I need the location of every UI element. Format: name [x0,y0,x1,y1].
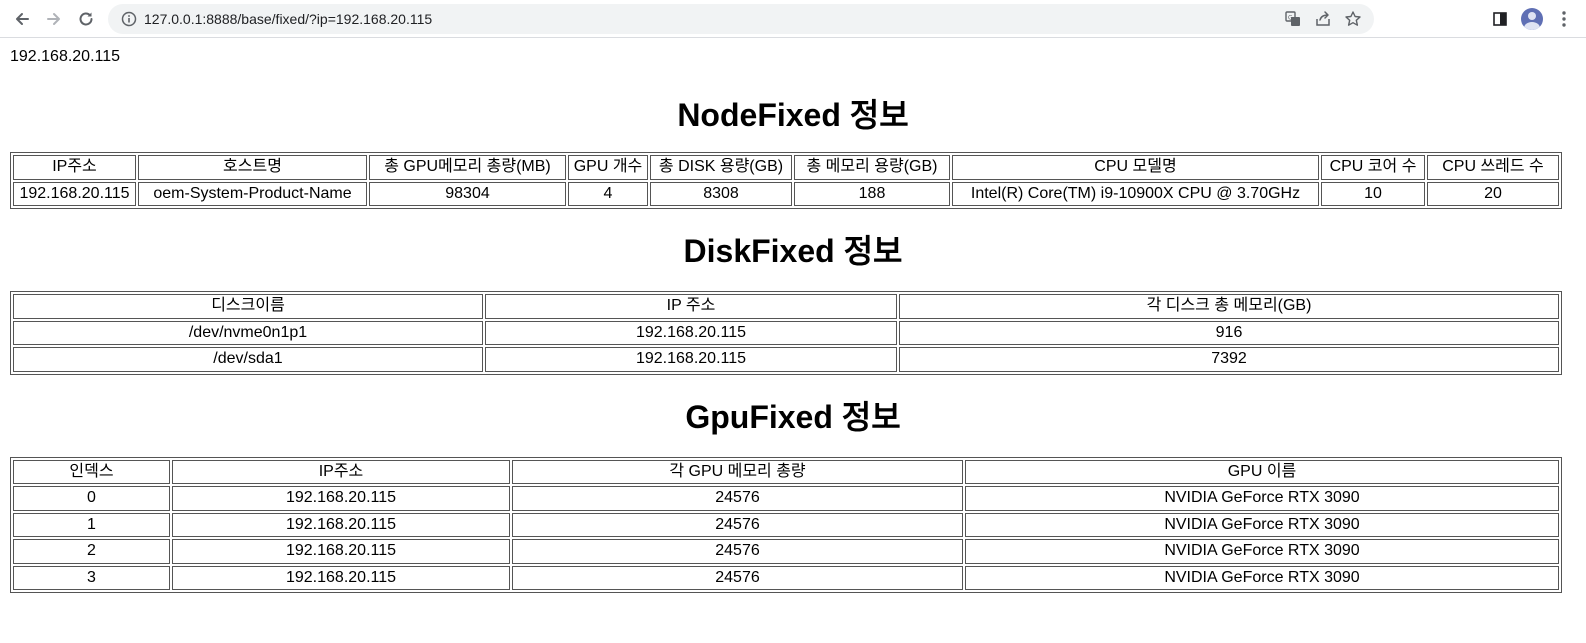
address-url[interactable]: 127.0.0.1:8888/base/fixed/?ip=192.168.20… [144,11,432,27]
disk-fixed-title: DiskFixed 정보 [683,233,903,269]
table-cell: oem-System-Product-Name [138,181,367,206]
page-content: 192.168.20.115 NodeFixed 정보 IP주소 호스트명 총 … [0,47,1586,593]
table-cell: 1 [13,512,170,537]
header-cell: GPU 개수 [568,155,648,180]
table-cell: 192.168.20.115 [485,320,897,345]
table-row: /dev/sda1 192.168.20.115 7392 [13,347,1559,372]
table-cell: 24576 [512,565,963,590]
table-cell: NVIDIA GeForce RTX 3090 [965,539,1559,564]
svg-text:G: G [1288,15,1293,22]
table-header-row: 디스크이름 IP 주소 각 디스크 총 메모리(GB) [13,294,1559,319]
gpu-fixed-table: 인덱스 IP주소 각 GPU 메모리 총량 GPU 이름 0 192.168.2… [10,456,1562,593]
reload-icon [79,12,93,25]
header-cell: IP주소 [172,459,510,484]
table-row: /dev/nvme0n1p1 192.168.20.115 916 [13,320,1559,345]
table-cell: 24576 [512,512,963,537]
table-cell: 3 [13,565,170,590]
table-cell: 192.168.20.115 [172,539,510,564]
table-cell: 7392 [899,347,1559,372]
table-cell: 188 [794,181,950,206]
header-cell: IP주소 [13,155,136,180]
header-cell: GPU 이름 [965,459,1559,484]
site-info-icon[interactable] [114,11,144,27]
back-button[interactable] [8,5,36,33]
table-cell: 192.168.20.115 [172,565,510,590]
header-cell: CPU 쓰레드 수 [1427,155,1559,180]
table-cell: 98304 [369,181,566,206]
profile-avatar[interactable] [1516,4,1548,34]
table-cell: /dev/sda1 [13,347,483,372]
back-arrow-icon [16,12,29,25]
table-cell: 192.168.20.115 [172,512,510,537]
table-row: 0 192.168.20.115 24576 NVIDIA GeForce RT… [13,486,1559,511]
table-row: 2 192.168.20.115 24576 NVIDIA GeForce RT… [13,539,1559,564]
share-icon[interactable] [1308,4,1338,34]
header-cell: 디스크이름 [13,294,483,319]
table-cell: 0 [13,486,170,511]
table-cell: 10 [1321,181,1425,206]
table-cell: 24576 [512,539,963,564]
table-cell: 20 [1427,181,1559,206]
forward-arrow-icon [47,12,60,25]
table-cell: 24576 [512,486,963,511]
address-bar[interactable]: 127.0.0.1:8888/base/fixed/?ip=192.168.20… [108,4,1374,34]
gpu-fixed-title: GpuFixed 정보 [685,398,901,435]
table-cell: Intel(R) Core(TM) i9-10900X CPU @ 3.70GH… [952,181,1319,206]
table-cell: NVIDIA GeForce RTX 3090 [965,565,1559,590]
table-header-row: IP주소 호스트명 총 GPU메모리 총량(MB) GPU 개수 총 DISK … [13,155,1559,180]
table-cell: 192.168.20.115 [172,486,510,511]
header-cell: 총 GPU메모리 총량(MB) [369,155,566,180]
header-cell: 총 DISK 용량(GB) [650,155,792,180]
reload-button[interactable] [72,5,100,33]
table-cell: NVIDIA GeForce RTX 3090 [965,512,1559,537]
translate-icon[interactable]: G [1278,4,1308,34]
header-cell: 각 GPU 메모리 총량 [512,459,963,484]
header-cell: 각 디스크 총 메모리(GB) [899,294,1559,319]
disk-fixed-table: 디스크이름 IP 주소 각 디스크 총 메모리(GB) /dev/nvme0n1… [10,291,1562,375]
table-row: 1 192.168.20.115 24576 NVIDIA GeForce RT… [13,512,1559,537]
table-cell: 8308 [650,181,792,206]
header-cell: IP 주소 [485,294,897,319]
menu-kebab-icon[interactable] [1548,4,1580,34]
side-panel-icon[interactable] [1484,4,1516,34]
table-header-row: 인덱스 IP주소 각 GPU 메모리 총량 GPU 이름 [13,459,1559,484]
table-cell: 192.168.20.115 [13,181,136,206]
bookmark-star-icon[interactable] [1338,4,1368,34]
header-cell: 인덱스 [13,459,170,484]
table-cell: 4 [568,181,648,206]
table-row: 192.168.20.115 oem-System-Product-Name 9… [13,181,1559,206]
table-cell: 192.168.20.115 [485,347,897,372]
table-cell: /dev/nvme0n1p1 [13,320,483,345]
table-cell: NVIDIA GeForce RTX 3090 [965,486,1559,511]
node-fixed-table: IP주소 호스트명 총 GPU메모리 총량(MB) GPU 개수 총 DISK … [10,152,1562,209]
table-row: 3 192.168.20.115 24576 NVIDIA GeForce RT… [13,565,1559,590]
header-cell: CPU 코어 수 [1321,155,1425,180]
ip-heading: 192.168.20.115 [10,48,121,65]
node-fixed-title: NodeFixed 정보 [677,97,909,133]
avatar [1521,8,1543,30]
table-cell: 916 [899,320,1559,345]
header-cell: 호스트명 [138,155,367,180]
browser-toolbar: 127.0.0.1:8888/base/fixed/?ip=192.168.20… [0,0,1586,38]
table-cell: 2 [13,539,170,564]
forward-button[interactable] [40,5,68,33]
header-cell: CPU 모델명 [952,155,1319,180]
header-cell: 총 메모리 용량(GB) [794,155,950,180]
